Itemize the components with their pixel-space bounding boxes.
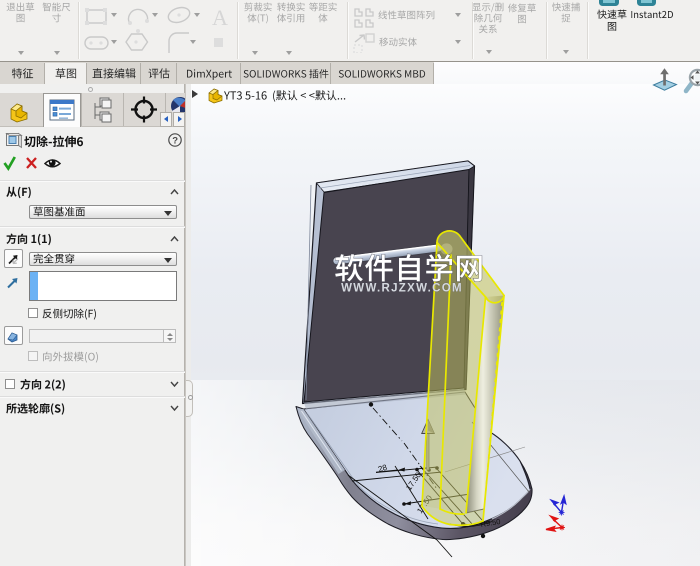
svg-text:WWW.RJZXW.COM: WWW.RJZXW.COM (341, 283, 463, 295)
